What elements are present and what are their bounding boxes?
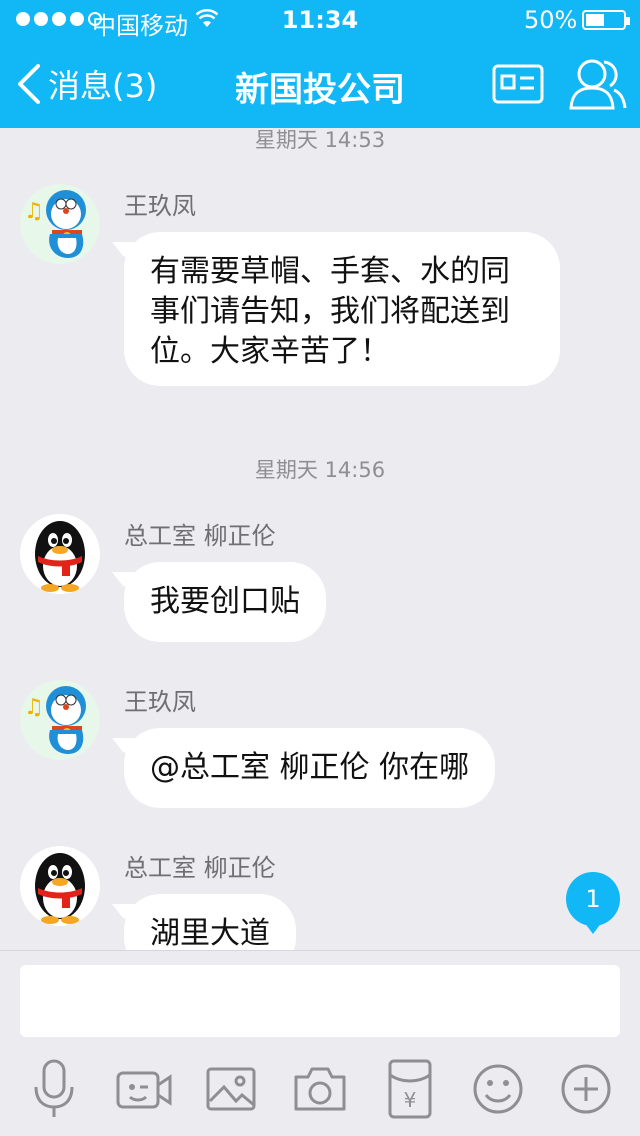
voice-button[interactable] [26,1057,82,1121]
status-bar: 中国移动 11:34 50% [0,0,640,40]
back-button[interactable]: 消息(3) [14,60,157,108]
camera-icon [294,1067,346,1111]
svg-text:♫: ♫ [24,199,44,224]
input-bar: ¥ [0,950,640,1136]
svg-text:♫: ♫ [24,695,44,720]
emoji-button[interactable] [470,1057,526,1121]
more-button[interactable] [558,1057,614,1121]
sender-name: 王玖凤 [124,688,196,716]
plus-icon [561,1064,611,1114]
message-bubble[interactable]: 有需要草帽、手套、水的同事们请告知，我们将配送到位。大家辛苦了！ [124,232,560,386]
chat-area[interactable]: 星期天 14:53 ♫ 王玖凤 有需要草帽、手套、水的同事们请告知，我们将配送到… [0,128,640,950]
timestamp: 星期天 14:53 [254,128,386,152]
camera-button[interactable] [292,1057,348,1121]
toolbar: ¥ [0,1057,640,1121]
chevron-left-icon [18,64,40,104]
sender-name: 王玖凤 [124,192,196,220]
back-label: 消息(3) [48,67,158,105]
qq-penguin-avatar[interactable] [20,846,100,926]
people-icon [569,59,627,110]
video-icon [116,1071,172,1109]
unread-badge[interactable]: 1 [566,872,620,934]
mic-icon [34,1059,74,1117]
qq-penguin-avatar[interactable] [20,514,100,594]
sender-name: 总工室 柳正伦 [124,854,276,882]
group-members-button[interactable] [568,56,628,112]
doraemon-avatar[interactable]: ♫ [20,680,100,760]
doraemon-avatar[interactable]: ♫ [20,184,100,264]
emoji-icon [473,1064,523,1114]
nav-bar: 消息(3) 新国投公司 [0,40,640,128]
image-icon [206,1067,256,1111]
message-bubble[interactable]: 我要创口贴 [124,562,326,642]
video-button[interactable] [116,1057,172,1121]
battery-percent: 50% [524,6,578,34]
timestamp: 星期天 14:56 [254,458,386,482]
id-card-icon [492,64,544,104]
image-button[interactable] [204,1057,260,1121]
red-packet-icon: ¥ [388,1059,432,1119]
battery-icon [582,10,630,30]
message-bubble[interactable]: @总工室 柳正伦 你在哪 [124,728,496,808]
header: 中国移动 11:34 50% 消息(3) 新国投公司 [0,0,640,128]
group-card-button[interactable] [492,64,544,104]
red-packet-button[interactable]: ¥ [382,1057,438,1121]
message-bubble[interactable]: 湖里大道 [124,894,296,950]
message-input[interactable] [20,965,620,1037]
svg-text:¥: ¥ [404,1088,417,1112]
sender-name: 总工室 柳正伦 [124,522,276,550]
